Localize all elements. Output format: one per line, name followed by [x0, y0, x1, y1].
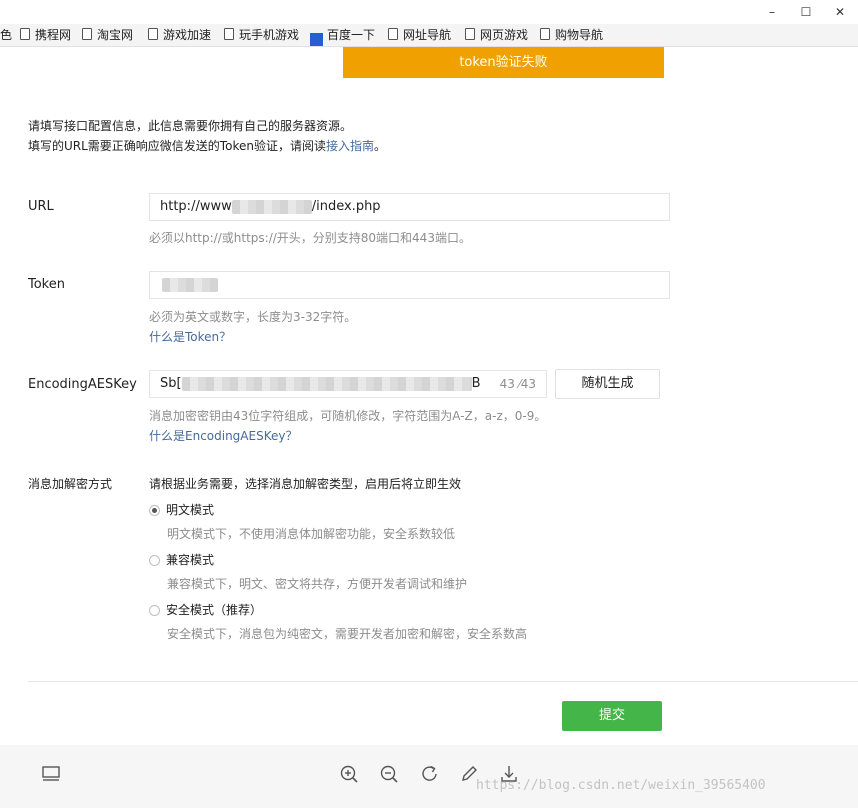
plaintext-mode-desc: 明文模式下，不使用消息体加解密功能，安全系数较低 [167, 527, 456, 541]
intro-line-2: 填写的URL需要正确响应微信发送的Token验证，请阅读接入指南。 [28, 136, 386, 156]
token-input[interactable] [149, 271, 670, 299]
radio-label: 安全模式（推荐） [166, 603, 263, 617]
maximize-button[interactable]: ☐ [792, 2, 820, 22]
radio-compatible-mode[interactable]: 兼容模式 [149, 551, 214, 568]
minimize-button[interactable]: – [758, 2, 786, 22]
bookmark-mobile-games[interactable]: 玩手机游戏 [224, 24, 299, 46]
bookmark-label: 购物导航 [555, 28, 604, 42]
what-is-aes-key-link[interactable]: 什么是EncodingAESKey？ [149, 427, 297, 444]
encryption-mode-description: 请根据业务需要，选择消息加解密类型，启用后将立即生效 [149, 477, 462, 491]
radio-label: 兼容模式 [166, 553, 215, 567]
page-icon [148, 28, 158, 40]
redacted-blur [231, 199, 312, 214]
page-icon [20, 28, 30, 40]
what-is-token-link[interactable]: 什么是Token？ [149, 328, 231, 345]
page-icon [82, 28, 92, 40]
divider [28, 681, 858, 682]
zoom-in-icon[interactable] [338, 763, 360, 785]
window-titlebar: – ☐ ✕ [0, 0, 858, 24]
bookmark-game-accelerator[interactable]: 游戏加速 [148, 24, 211, 46]
bookmark-label: 淘宝网 [97, 28, 134, 42]
redacted-blur [181, 376, 472, 391]
aes-key-hint: 消息加密密钥由43位字符组成，可随机修改，字符范围为A-Z，a-z，0-9。 [149, 409, 547, 423]
bookmark-partial[interactable]: 色 [0, 24, 12, 46]
intro-line-1: 请填写接口配置信息，此信息需要你拥有自己的服务器资源。 [28, 119, 353, 133]
token-label: Token [28, 277, 65, 292]
radio-unselected-icon[interactable] [149, 605, 160, 616]
intro-line-2-text: 填写的URL需要正确响应微信发送的Token验证，请阅读 [28, 139, 326, 153]
bottom-toolbar: https://blog.csdn.net/weixin_39565400 [0, 745, 858, 808]
submit-button[interactable]: 提交 [562, 701, 662, 731]
aes-value-prefix: Sb[ [160, 376, 182, 391]
page-icon [388, 28, 398, 40]
url-label: URL [28, 199, 54, 214]
error-alert: token验证失败 [343, 47, 664, 78]
bookmark-label: 玩手机游戏 [239, 28, 300, 42]
intro-text: 请填写接口配置信息，此信息需要你拥有自己的服务器资源。 填写的URL需要正确响应… [28, 116, 386, 156]
config-panel: token验证失败 请填写接口配置信息，此信息需要你拥有自己的服务器资源。 填写… [0, 47, 858, 745]
encryption-mode-label: 消息加解密方式 [28, 477, 113, 491]
rotate-icon[interactable] [419, 763, 441, 785]
aes-key-label: EncodingAESKey [28, 377, 137, 392]
page-icon [465, 28, 475, 40]
bookmark-label: 游戏加速 [163, 28, 212, 42]
bookmark-label: 网页游戏 [480, 28, 529, 42]
aes-value-suffix: B [471, 376, 481, 391]
bookmark-url-nav[interactable]: 网址导航 [388, 24, 451, 46]
redacted-blur [162, 277, 218, 292]
url-hint: 必须以http://或https://开头，分别支持80端口和443端口。 [149, 231, 471, 245]
radio-label: 明文模式 [166, 503, 215, 517]
aes-char-counter: 43 ⁄43 [499, 377, 536, 391]
radio-selected-icon[interactable] [149, 505, 160, 516]
layout-icon[interactable] [40, 763, 62, 785]
bookmark-ctrip[interactable]: 携程网 [20, 24, 71, 46]
url-value-prefix: http://www [160, 199, 232, 214]
bookmark-baidu[interactable]: 🐾 百度一下 [310, 24, 375, 46]
url-input[interactable]: http://www/index.php [149, 193, 670, 221]
page-icon [224, 28, 234, 40]
bookmark-taobao[interactable]: 淘宝网 [82, 24, 133, 46]
page-icon [540, 28, 550, 40]
url-value-suffix: /index.php [311, 199, 381, 214]
bookmarks-bar: 色 携程网 淘宝网 游戏加速 玩手机游戏 🐾 百度一下 网址导航 网页游戏 购物导… [0, 24, 858, 47]
bookmark-label: 百度一下 [327, 28, 376, 42]
bookmark-label: 携程网 [35, 28, 72, 42]
radio-unselected-icon[interactable] [149, 555, 160, 566]
token-hint: 必须为英文或数字，长度为3-32字符。 [149, 310, 357, 324]
compatible-mode-desc: 兼容模式下，明文、密文将共存，方便开发者调试和维护 [167, 577, 468, 591]
baidu-paw-icon: 🐾 [310, 33, 323, 46]
close-button[interactable]: ✕ [826, 2, 854, 22]
radio-plaintext-mode[interactable]: 明文模式 [149, 501, 214, 518]
intro-line-2-end: 。 [373, 139, 386, 153]
watermark: https://blog.csdn.net/weixin_39565400 [476, 778, 766, 793]
radio-secure-mode[interactable]: 安全模式（推荐） [149, 601, 262, 618]
access-guide-link[interactable]: 接入指南 [326, 139, 374, 153]
aes-key-input[interactable]: Sb[ B 43 ⁄43 [149, 370, 547, 398]
secure-mode-desc: 安全模式下，消息包为纯密文，需要开发者加密和解密，安全系数高 [167, 627, 528, 641]
bookmark-web-games[interactable]: 网页游戏 [465, 24, 528, 46]
bookmark-label: 色 [0, 28, 13, 42]
bookmark-shopping-nav[interactable]: 购物导航 [540, 24, 603, 46]
random-generate-button[interactable]: 随机生成 [555, 369, 660, 399]
bookmark-label: 网址导航 [403, 28, 452, 42]
zoom-out-icon[interactable] [378, 763, 400, 785]
